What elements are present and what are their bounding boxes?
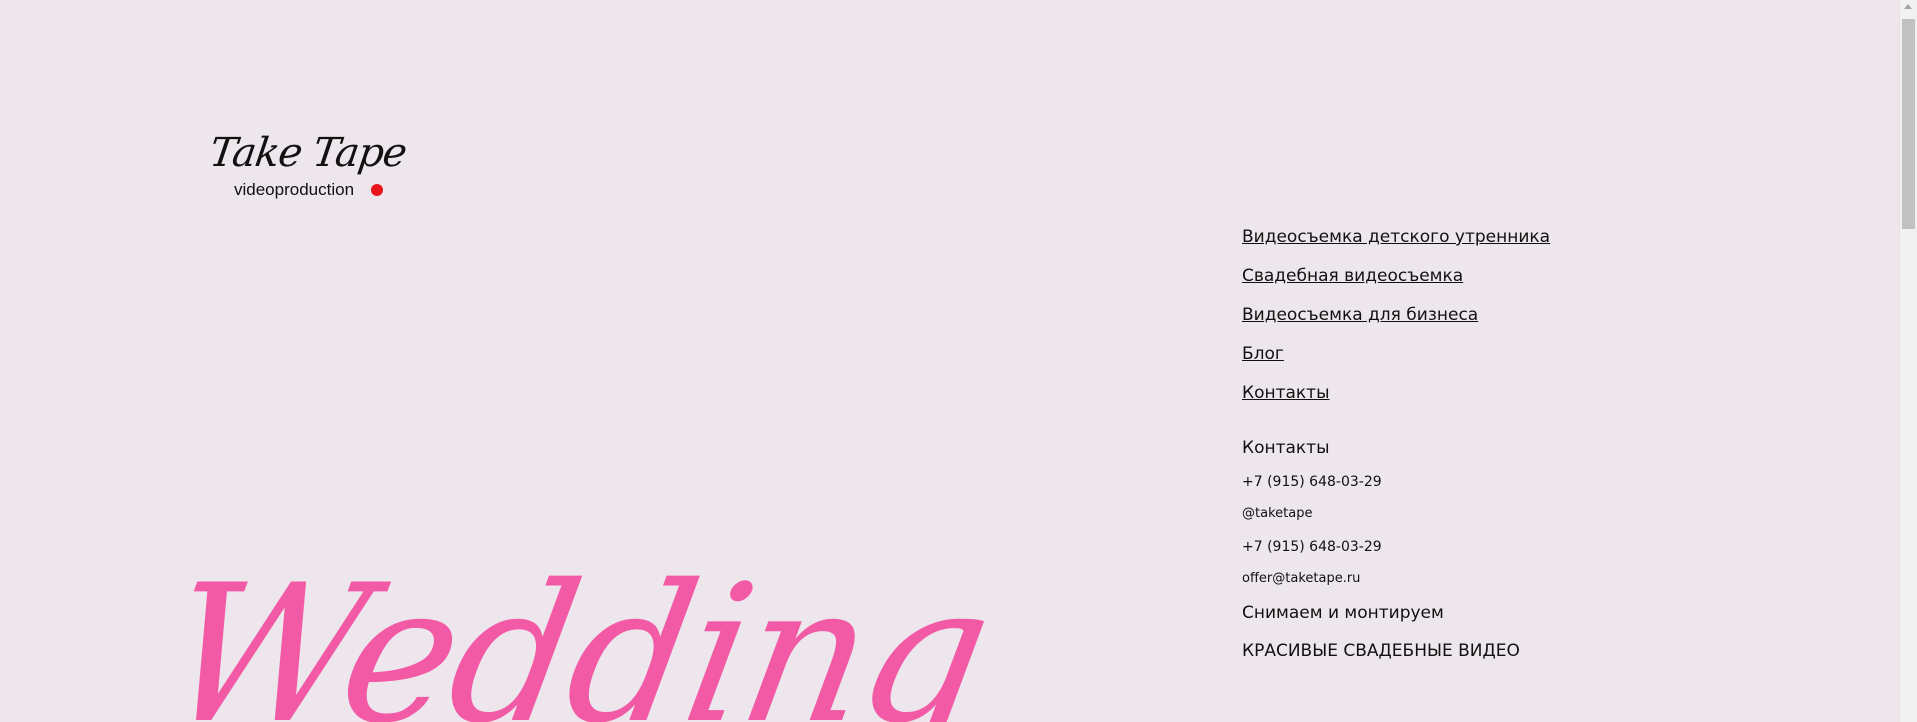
logo[interactable]: Take Tape videoproduction (206, 130, 409, 202)
contacts-heading: Контакты (1242, 438, 1330, 458)
logo-subtitle: videoproduction (234, 180, 355, 199)
nav-link-business[interactable]: Видеосъемка для бизнеса (1242, 305, 1550, 325)
scroll-up-arrow-icon[interactable] (1904, 4, 1912, 9)
nav-link-kids-party[interactable]: Видеосъемка детского утренника (1242, 227, 1550, 247)
nav-link-contacts[interactable]: Контакты (1242, 383, 1550, 403)
hero-wedding-title: Wedding (150, 544, 1002, 722)
logo-script: Take Tape (206, 130, 409, 176)
phone-number-2[interactable]: +7 (915) 648-03-29 (1242, 538, 1520, 556)
instagram-handle[interactable]: @taketape (1242, 505, 1520, 523)
email-address[interactable]: offer@taketape.ru (1242, 570, 1520, 588)
record-dot-icon (371, 184, 383, 196)
main-nav: Видеосъемка детского утренника Свадебная… (1242, 227, 1550, 422)
page-scrollbar[interactable] (1899, 0, 1917, 722)
scroll-thumb[interactable] (1902, 19, 1915, 229)
phone-number-1[interactable]: +7 (915) 648-03-29 (1242, 473, 1520, 491)
page: Take Tape videoproduction Видеосъемка де… (0, 0, 1917, 722)
nav-link-blog[interactable]: Блог (1242, 344, 1550, 364)
tagline-2: КРАСИВЫЕ СВАДЕБНЫЕ ВИДЕО (1242, 641, 1520, 661)
contacts-block: Контакты +7 (915) 648-03-29 @taketape +7… (1242, 438, 1520, 661)
tagline-1: Снимаем и монтируем (1242, 603, 1444, 623)
nav-link-wedding[interactable]: Свадебная видеосъемка (1242, 266, 1550, 286)
